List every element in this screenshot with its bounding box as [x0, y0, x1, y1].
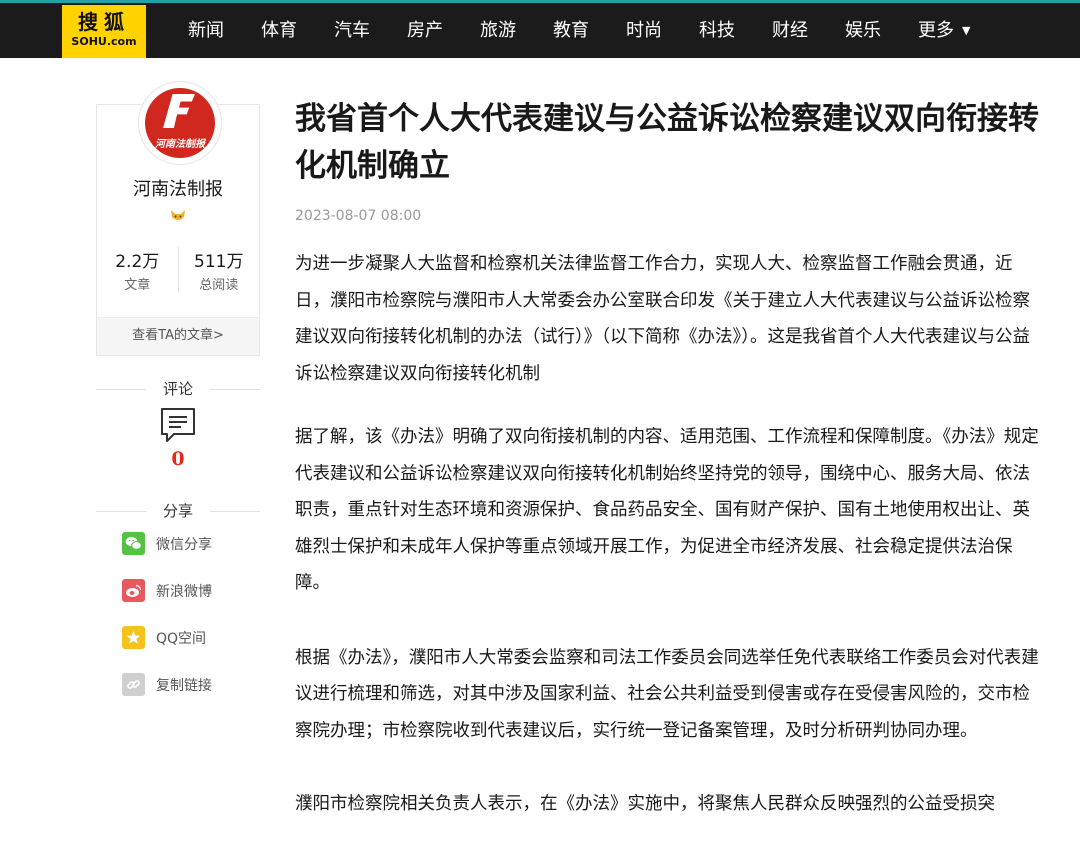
nav-item-fashion[interactable]: 时尚 — [626, 3, 662, 58]
nav-item-education[interactable]: 教育 — [553, 3, 589, 58]
articles-count: 2.2万 — [115, 252, 160, 272]
sohu-logo[interactable]: 搜狐 SOHU.com — [62, 5, 146, 58]
publish-time: 2023-08-07 08:00 — [295, 208, 422, 224]
newspaper-logo-mark — [163, 94, 195, 128]
author-avatar[interactable]: 河南法制报 — [138, 81, 222, 165]
article-paragraph: 根据《办法》，濮阳市人大常委会监察和司法工作委员会同选举任免代表联络工作委员会对… — [295, 647, 1039, 741]
comment-icon[interactable] — [159, 406, 197, 444]
share-weibo-label: 新浪微博 — [156, 583, 212, 600]
weibo-icon — [122, 579, 145, 602]
article-paragraph: 为进一步凝聚人大监督和检察机关法律监督工作合力，实现人大、检察监督工作融会贯通，… — [295, 254, 1030, 384]
article-paragraph: 濮阳市检察院相关负责人表示，在《办法》实施中，将聚焦人民群众反映强烈的公益受损突 — [295, 794, 995, 814]
share-list: 微信分享 新浪微博 QQ空间 复制链接 — [96, 532, 260, 696]
nav-item-sports[interactable]: 体育 — [261, 3, 297, 58]
nav-item-tech[interactable]: 科技 — [699, 3, 735, 58]
share-label: 分享 — [162, 502, 193, 520]
copy-link-button[interactable]: 复制链接 — [122, 673, 260, 696]
stat-articles: 2.2万 文章 — [97, 247, 178, 293]
article-paragraph: 据了解，该《办法》明确了双向衔接机制的内容、适用范围、工作流程和保障制度。《办法… — [295, 427, 1039, 593]
comments-label: 评论 — [162, 380, 193, 398]
divider — [210, 511, 260, 512]
nav-item-finance[interactable]: 财经 — [772, 3, 808, 58]
divider — [96, 389, 146, 390]
reads-count: 511万 — [194, 252, 244, 272]
nav-item-realestate[interactable]: 房产 — [407, 3, 443, 58]
nav-item-entertainment[interactable]: 娱乐 — [845, 3, 881, 58]
avatar-brand-text: 河南法制报 — [155, 139, 205, 150]
share-wechat-label: 微信分享 — [156, 536, 212, 553]
article-title: 我省首个人大代表建议与公益诉讼检察建议双向衔接转化机制确立 — [295, 101, 1039, 184]
nav-item-auto[interactable]: 汽车 — [334, 3, 370, 58]
link-icon — [122, 673, 145, 696]
caret-down-icon: ▼ — [962, 24, 971, 37]
author-avatar-image: 河南法制报 — [145, 88, 215, 158]
divider — [96, 511, 146, 512]
divider — [210, 389, 260, 390]
nav-more-dropdown[interactable]: 更多 ▼ — [918, 3, 970, 58]
article-main: 我省首个人大代表建议与公益诉讼检察建议双向衔接转化机制确立 2023-08-07… — [295, 96, 1045, 823]
author-name[interactable]: 河南法制报 — [97, 175, 259, 201]
reads-label: 总阅读 — [199, 278, 239, 293]
articles-label: 文章 — [124, 278, 151, 293]
author-card: 河南法制报 河南法制报 2.2万 文章 511万 总阅读 查看TA的文章> — [96, 81, 260, 356]
share-qzone-label: QQ空间 — [156, 630, 207, 647]
comments-section-header: 评论 — [96, 378, 260, 400]
view-author-articles-link[interactable]: 查看TA的文章> — [97, 317, 259, 355]
nav-item-news[interactable]: 新闻 — [188, 3, 224, 58]
share-qzone-button[interactable]: QQ空间 — [122, 626, 260, 649]
channel-nav: 新闻 体育 汽车 房产 旅游 教育 时尚 科技 财经 娱乐 更多 ▼ — [188, 3, 1007, 58]
logo-latin-text: SOHU.com — [71, 35, 137, 48]
top-navigation-bar: 搜狐 SOHU.com 新闻 体育 汽车 房产 旅游 教育 时尚 科技 财经 娱… — [0, 0, 1080, 58]
wechat-icon — [122, 532, 145, 555]
author-stats: 2.2万 文章 511万 总阅读 — [97, 247, 259, 293]
share-section-header: 分享 — [96, 500, 260, 522]
fox-badge-icon — [171, 210, 185, 220]
qzone-icon — [122, 626, 145, 649]
nav-more-label: 更多 — [918, 20, 954, 41]
logo-chinese-text: 搜狐 — [78, 10, 130, 34]
copy-link-label: 复制链接 — [156, 677, 212, 694]
left-sidebar: 河南法制报 河南法制报 2.2万 文章 511万 总阅读 查看TA的文章> 评论 — [96, 81, 260, 720]
share-weibo-button[interactable]: 新浪微博 — [122, 579, 260, 602]
comment-count[interactable]: 0 — [96, 448, 260, 470]
stat-reads: 511万 总阅读 — [177, 247, 260, 293]
share-wechat-button[interactable]: 微信分享 — [122, 532, 260, 555]
nav-item-travel[interactable]: 旅游 — [480, 3, 516, 58]
